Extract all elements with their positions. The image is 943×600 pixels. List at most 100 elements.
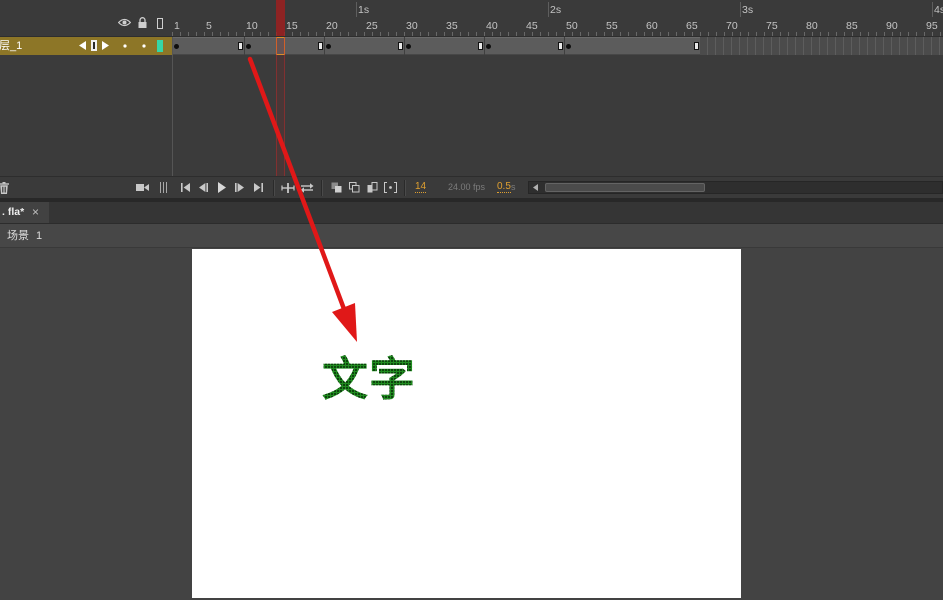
scene-number[interactable]: 1: [36, 229, 42, 243]
document-tab[interactable]: . fla* ×: [0, 202, 49, 223]
frame-number-label: 20: [326, 20, 338, 32]
span-end-frame[interactable]: [557, 42, 563, 50]
scroll-left-icon[interactable]: [533, 184, 538, 191]
span-end-frame[interactable]: [237, 42, 243, 50]
span-end-frame[interactable]: [397, 42, 403, 50]
outline-color-swatch[interactable]: [157, 40, 163, 52]
second-tick: [740, 2, 741, 17]
layer-depth-icon[interactable]: [160, 182, 167, 193]
timeline-header: 1s 2s 3s 4s 1 5 10 15 20 25 30 35 40 45 50 55 60 65 70 75 80…: [0, 0, 943, 37]
span-separator: [484, 37, 485, 55]
scene-breadcrumb: 场景 1: [0, 223, 943, 248]
keyframe[interactable]: [565, 44, 571, 49]
frame-rate-value[interactable]: 24.00 fps: [448, 182, 485, 193]
timeline-horizontal-scrollbar[interactable]: [528, 181, 943, 194]
outline-icon[interactable]: [157, 18, 163, 29]
current-frame-value[interactable]: 14: [415, 181, 427, 193]
toolbar-separator: [321, 180, 323, 196]
lock-icon[interactable]: [138, 17, 147, 28]
elapsed-time-value[interactable]: 0.5: [497, 181, 511, 193]
onion-skin-icon[interactable]: [331, 182, 342, 193]
layer-frames[interactable]: [172, 37, 943, 55]
pasteboard[interactable]: 文字: [0, 248, 943, 600]
frame-number-label: 35: [446, 20, 458, 32]
second-label: 4s: [934, 4, 943, 16]
span-end-frame[interactable]: [693, 42, 699, 50]
lock-dot-icon[interactable]: [142, 44, 146, 48]
filled-frames-span: [172, 37, 700, 55]
first-frame-icon[interactable]: [181, 183, 190, 192]
span-separator: [564, 37, 565, 55]
frame-number-label: 25: [366, 20, 378, 32]
eye-icon[interactable]: [118, 18, 131, 27]
scene-label[interactable]: 场景: [7, 229, 29, 243]
timeline-toolbar: 14 24.00 fps 0.5 s: [0, 176, 943, 198]
keyframe[interactable]: [245, 44, 251, 49]
playhead-line: [276, 37, 285, 176]
frame-number-label: 10: [246, 20, 258, 32]
onion-skin-outlines-icon[interactable]: [349, 182, 360, 193]
layer-row[interactable]: 层_1: [0, 37, 943, 55]
play-icon[interactable]: [218, 182, 226, 193]
frame-number-label: 5: [206, 20, 212, 32]
keyframe[interactable]: [485, 44, 491, 49]
loop-icon[interactable]: [300, 183, 314, 193]
frame-number-label: 30: [406, 20, 418, 32]
toolbar-separator: [404, 180, 406, 196]
span-separator: [244, 37, 245, 55]
frame-number-label: 70: [726, 20, 738, 32]
frame-number-label: 75: [766, 20, 778, 32]
keyframe[interactable]: [173, 44, 179, 49]
document-tab-title[interactable]: . fla*: [2, 206, 24, 219]
frame-number-label: 90: [886, 20, 898, 32]
frame-number-label: 60: [646, 20, 658, 32]
ruler-ticks: [172, 32, 943, 36]
document-tab-bar: . fla* ×: [0, 202, 943, 223]
keyframe[interactable]: [325, 44, 331, 49]
second-label: 2s: [550, 4, 562, 16]
frame-number-label: 50: [566, 20, 578, 32]
frame-number-label: 45: [526, 20, 538, 32]
delete-layer-icon[interactable]: [0, 182, 9, 194]
prev-keyframe-icon[interactable]: [79, 41, 86, 50]
layer-name[interactable]: 层_1: [0, 37, 22, 55]
frame-number-label: 95: [926, 20, 938, 32]
toolbar-separator: [273, 180, 275, 196]
scrollbar-thumb[interactable]: [545, 183, 705, 192]
step-forward-icon[interactable]: [235, 183, 244, 192]
modify-onion-markers-icon[interactable]: [384, 182, 397, 193]
frame-number-label: 65: [686, 20, 698, 32]
playhead[interactable]: [276, 0, 285, 36]
frame-number-label: 55: [606, 20, 618, 32]
stage-text-object[interactable]: 文字: [322, 354, 416, 404]
center-frame-icon[interactable]: [281, 183, 295, 193]
timeline-panel: 1s 2s 3s 4s 1 5 10 15 20 25 30 35 40 45 50 55 60 65 70 75 80…: [0, 0, 943, 198]
second-tick: [548, 2, 549, 17]
second-label: 3s: [742, 4, 754, 16]
second-tick: [356, 2, 357, 17]
frame-number-label: 85: [846, 20, 858, 32]
span-separator: [324, 37, 325, 55]
keyframe[interactable]: [405, 44, 411, 49]
keyframe-toggle-icon[interactable]: [91, 40, 97, 51]
stage[interactable]: 文字: [192, 249, 741, 598]
camera-icon[interactable]: [136, 183, 149, 192]
second-tick: [932, 2, 933, 17]
frame-number-label: 80: [806, 20, 818, 32]
span-separator: [404, 37, 405, 55]
elapsed-time-unit: s: [511, 182, 516, 192]
frame-number-label: 15: [286, 20, 298, 32]
frame-ruler[interactable]: 1s 2s 3s 4s 1 5 10 15 20 25 30 35 40 45 50 55 60 65 70 75 80…: [172, 0, 943, 36]
span-end-frame[interactable]: [477, 42, 483, 50]
layer-header[interactable]: 层_1: [0, 37, 172, 55]
timeline-divider[interactable]: [172, 37, 173, 198]
last-frame-icon[interactable]: [254, 183, 263, 192]
frame-number-label: 40: [486, 20, 498, 32]
next-keyframe-icon[interactable]: [102, 41, 109, 50]
span-end-frame[interactable]: [317, 42, 323, 50]
visibility-dot-icon[interactable]: [123, 44, 127, 48]
close-icon[interactable]: ×: [32, 205, 39, 219]
step-back-icon[interactable]: [199, 183, 208, 192]
edit-multiple-frames-icon[interactable]: [367, 182, 378, 193]
second-label: 1s: [358, 4, 370, 16]
